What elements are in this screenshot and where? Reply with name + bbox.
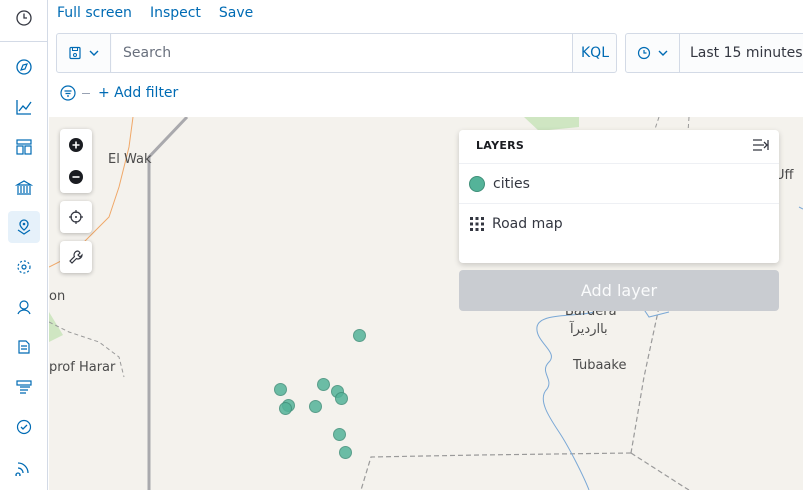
map-label-bardera-arabic: بااردیرآ	[570, 322, 608, 337]
city-point[interactable]	[338, 445, 352, 459]
search-input[interactable]: Search	[112, 34, 572, 72]
logs-icon[interactable]	[8, 331, 40, 363]
layer-control-panel: LAYERS cities Road map	[459, 130, 779, 263]
city-point[interactable]	[316, 377, 330, 391]
set-view-control	[60, 201, 92, 233]
ml-icon[interactable]	[8, 251, 40, 283]
city-point[interactable]	[352, 328, 366, 342]
left-nav	[0, 0, 48, 490]
save-link[interactable]: Save	[219, 4, 253, 24]
query-bar: Search KQL	[56, 33, 617, 73]
time-picker: Last 15 minutes	[625, 33, 803, 73]
wrench-icon[interactable]	[60, 241, 92, 273]
layer-label: Road map	[492, 215, 563, 232]
quick-menu-button[interactable]	[626, 34, 680, 72]
layers-title: LAYERS	[476, 139, 525, 152]
city-point[interactable]	[273, 382, 287, 396]
layer-row-road-map[interactable]: Road map	[459, 203, 779, 243]
layer-row-cities[interactable]: cities	[459, 163, 779, 203]
maps-icon[interactable]	[8, 211, 40, 243]
filter-row: + Add filter	[60, 83, 178, 103]
calendar-clock-icon	[637, 46, 650, 60]
layer-label: cities	[493, 175, 530, 192]
filter-icon[interactable]	[60, 85, 76, 101]
map-label-harar: prof Harar	[49, 360, 116, 375]
infra-icon[interactable]	[8, 371, 40, 403]
dashboard-icon[interactable]	[8, 131, 40, 163]
maps-app: Full screen Inspect Save Search KQL Last…	[0, 0, 803, 490]
city-point[interactable]	[278, 401, 292, 415]
city-point[interactable]	[308, 399, 322, 413]
map-label-tubaake: Tubaake	[573, 358, 627, 373]
kql-toggle[interactable]: KQL	[572, 34, 617, 72]
uptime-icon[interactable]	[8, 411, 40, 443]
chevron-down-icon	[658, 50, 667, 56]
crosshair-icon[interactable]	[60, 201, 92, 233]
zoom-out-icon[interactable]	[60, 161, 92, 193]
clock-icon[interactable]	[8, 2, 40, 34]
nav-divider	[0, 41, 48, 42]
apm-icon[interactable]	[8, 291, 40, 323]
fullscreen-link[interactable]: Full screen	[57, 4, 132, 24]
add-layer-button[interactable]: Add layer	[459, 270, 779, 311]
bank-icon[interactable]	[8, 171, 40, 203]
saved-query-button[interactable]	[57, 34, 111, 72]
city-point[interactable]	[332, 427, 346, 441]
signal-icon[interactable]	[8, 451, 40, 483]
compass-icon[interactable]	[8, 51, 40, 83]
collapse-panel-icon[interactable]	[752, 138, 770, 152]
top-nav-links: Full screen Inspect Save	[57, 4, 253, 24]
map-label-el-wak: El Wak	[108, 152, 152, 167]
circle-legend-icon	[469, 175, 485, 192]
filter-divider	[82, 92, 90, 94]
city-point[interactable]	[334, 391, 348, 405]
add-filter-button[interactable]: + Add filter	[98, 85, 178, 101]
map-label-on: on	[49, 289, 66, 304]
zoom-controls	[60, 129, 92, 193]
chart-icon[interactable]	[8, 91, 40, 123]
grid-tiles-icon	[470, 216, 484, 231]
chevron-down-icon	[89, 50, 98, 56]
zoom-in-icon[interactable]	[60, 129, 92, 161]
save-icon	[68, 46, 81, 60]
inspect-link[interactable]: Inspect	[150, 4, 201, 24]
tools-control	[60, 241, 92, 273]
time-range-label[interactable]: Last 15 minutes	[690, 34, 803, 72]
